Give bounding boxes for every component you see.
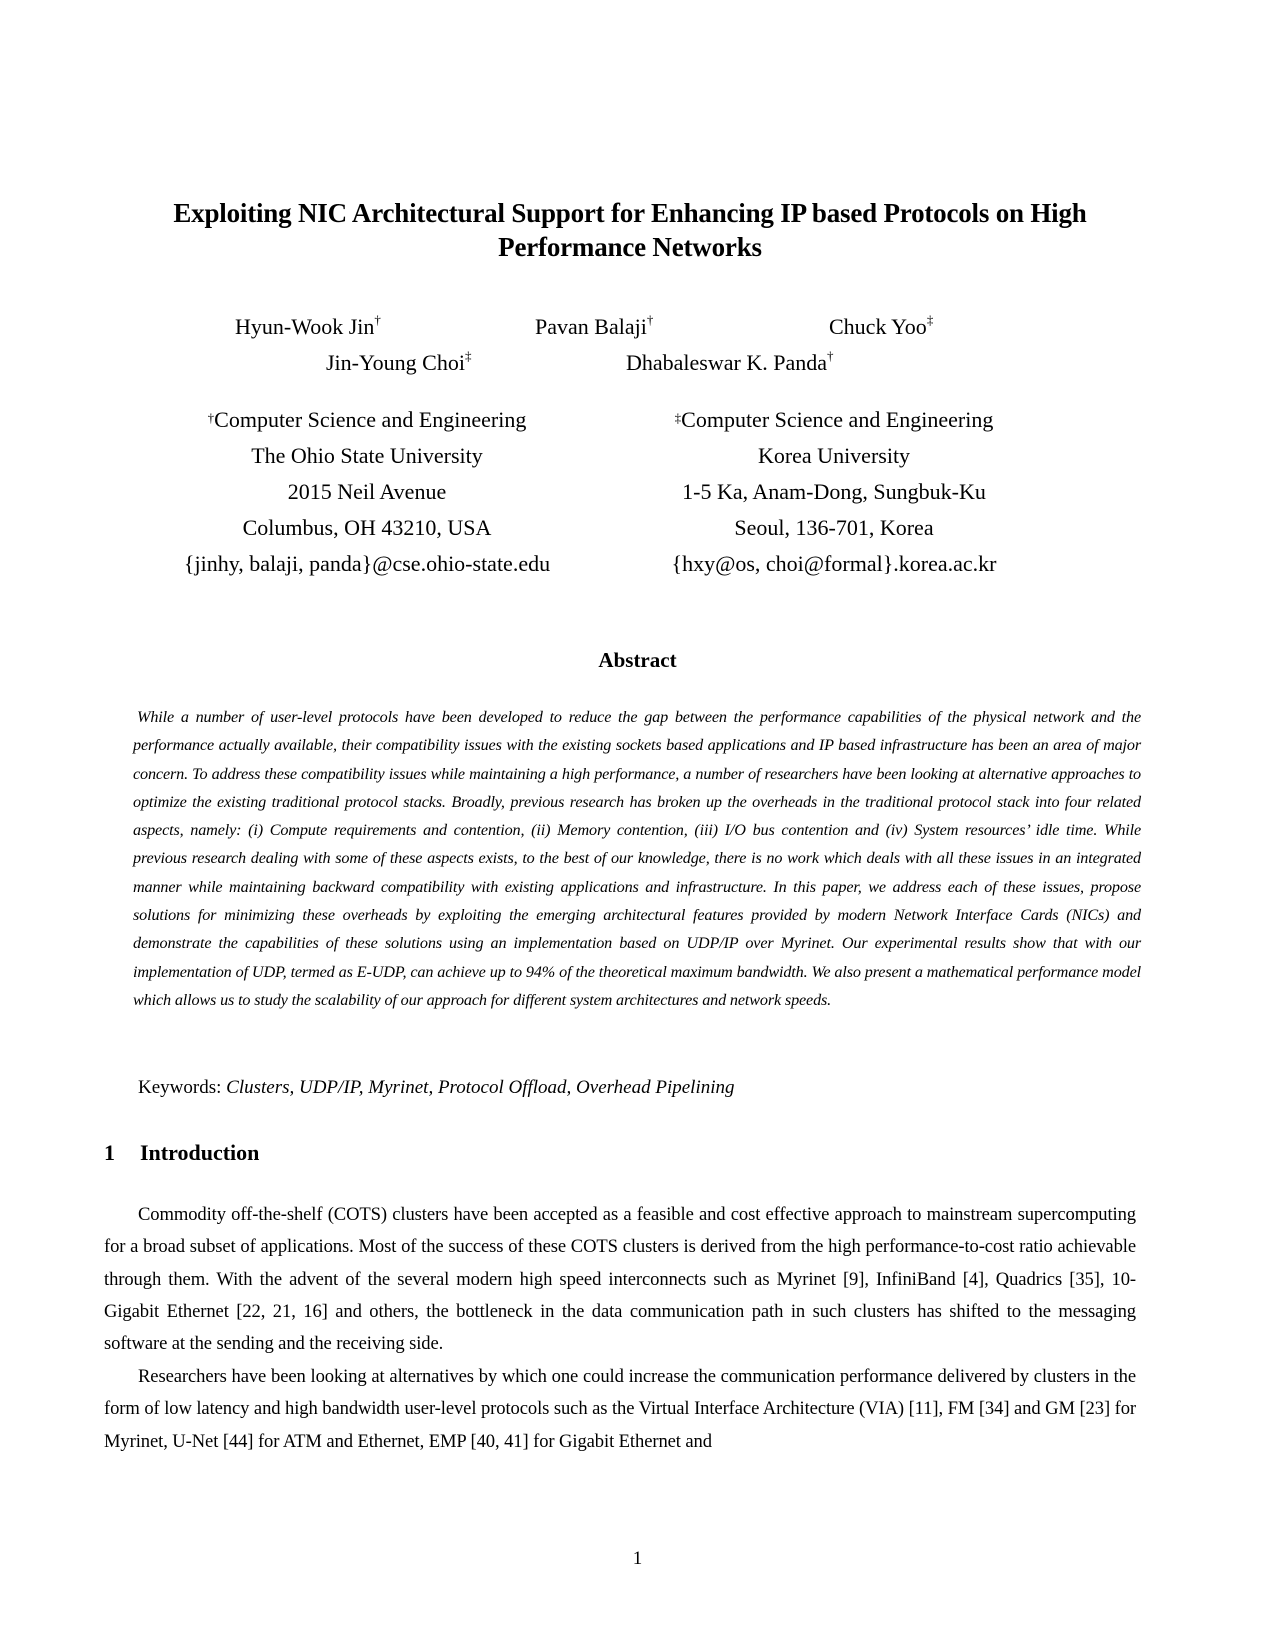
- department: Computer Science and Engineering: [681, 407, 994, 432]
- institution: Korea University: [757, 443, 911, 468]
- body-paragraph: Researchers have been looking at alterna…: [104, 1366, 1136, 1452]
- body-paragraph: Commodity off-the-shelf (COTS) clusters …: [104, 1204, 1136, 1355]
- street-address: 2015 Neil Avenue: [287, 479, 447, 504]
- city-address: Seoul, 136-701, Korea: [734, 515, 934, 540]
- paper-page: Exploiting NIC Architectural Support for…: [0, 0, 1275, 1650]
- affiliation-mark: ‡: [926, 312, 934, 327]
- keywords-label: Keywords:: [138, 1077, 222, 1098]
- keywords-list: Clusters, UDP/IP, Myrinet, Protocol Offl…: [226, 1077, 735, 1098]
- affiliation-mark: †: [207, 410, 215, 425]
- street-address: 1-5 Ka, Anam-Dong, Sungbuk-Ku: [682, 479, 986, 504]
- paper-title: Exploiting NIC Architectural Support for…: [90, 196, 1170, 264]
- abstract-text: While a number of user-level protocols h…: [133, 708, 1141, 1009]
- affiliation-mark: †: [374, 312, 381, 327]
- author: Pavan Balaji†: [535, 312, 654, 339]
- affiliation-mark: ‡: [674, 410, 682, 425]
- section-title: Introduction: [140, 1140, 260, 1165]
- affiliation-mark: †: [646, 312, 654, 327]
- author: Hyun-Wook Jin†: [235, 312, 381, 339]
- affiliation-mark: †: [827, 348, 834, 363]
- affiliation-mark: ‡: [464, 348, 472, 363]
- section-heading: 1 Introduction: [104, 1140, 259, 1166]
- keywords: Keywords: Clusters, UDP/IP, Myrinet, Pro…: [138, 1077, 735, 1099]
- author: Dhabaleswar K. Panda†: [626, 348, 834, 375]
- city-address: Columbus, OH 43210, USA: [242, 515, 492, 540]
- page-number: 1: [632, 1548, 643, 1569]
- section-number: 1: [104, 1140, 115, 1165]
- email-address: {hxy@os, choi@formal}.korea.ac.kr: [671, 551, 997, 576]
- author: Jin-Young Choi‡: [326, 348, 472, 375]
- affiliation-block: ‡Computer Science and Engineering Korea …: [604, 402, 1064, 582]
- abstract-heading: Abstract: [598, 648, 677, 672]
- email-address: {jinhy, balaji, panda}@cse.ohio-state.ed…: [183, 551, 551, 576]
- department: Computer Science and Engineering: [214, 407, 527, 432]
- title-line-1: Exploiting NIC Architectural Support for…: [173, 198, 1087, 228]
- affiliation-block: †Computer Science and Engineering The Oh…: [137, 402, 597, 582]
- institution: The Ohio State University: [251, 443, 483, 468]
- title-line-2: Performance Networks: [498, 232, 762, 262]
- author: Chuck Yoo‡: [829, 312, 934, 339]
